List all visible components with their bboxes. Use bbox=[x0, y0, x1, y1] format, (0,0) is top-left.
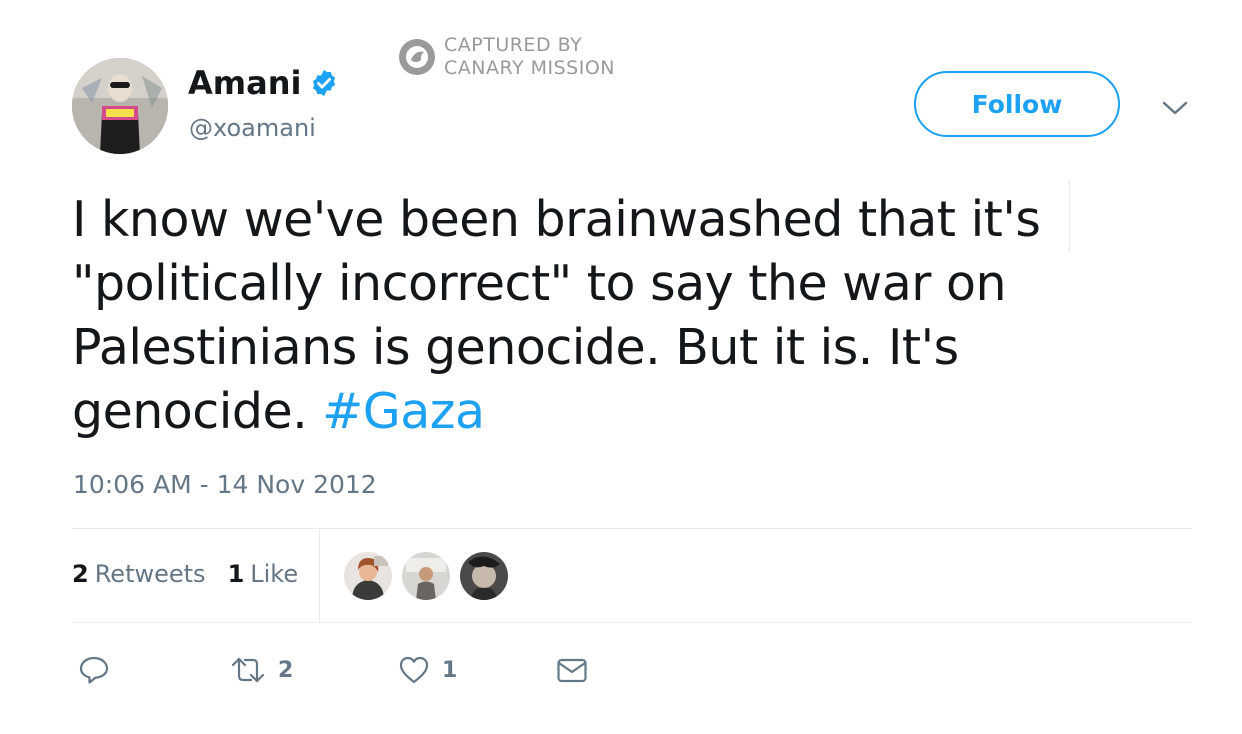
liker-photo bbox=[460, 552, 508, 600]
watermark-line2: CANARY MISSION bbox=[444, 57, 615, 79]
hashtag-link[interactable]: #Gaza bbox=[322, 383, 485, 440]
display-name[interactable]: Amani bbox=[188, 64, 339, 102]
likes-stat[interactable]: 1 Like bbox=[228, 560, 299, 588]
follow-button[interactable]: Follow bbox=[914, 71, 1120, 137]
watermark-line1: CAPTURED BY bbox=[444, 34, 583, 56]
user-handle[interactable]: @xoamani bbox=[189, 114, 316, 142]
retweet-icon bbox=[231, 657, 265, 683]
direct-message-button[interactable] bbox=[556, 654, 588, 686]
display-name-text: Amani bbox=[188, 64, 302, 102]
watermark: CAPTURED BY CANARY MISSION bbox=[398, 34, 615, 80]
likes-count: 1 bbox=[227, 560, 245, 588]
likers-avatars bbox=[344, 552, 518, 600]
retweets-count: 2 bbox=[72, 560, 89, 588]
retweet-count: 2 bbox=[278, 657, 294, 683]
liker-avatar[interactable] bbox=[344, 552, 392, 600]
heart-icon bbox=[399, 656, 429, 684]
canary-mission-logo-icon bbox=[399, 39, 435, 75]
stats-divider bbox=[319, 530, 320, 622]
text-rule bbox=[1069, 180, 1070, 252]
envelope-icon bbox=[557, 658, 587, 683]
retweets-label: Retweets bbox=[94, 560, 206, 588]
likes-label: Like bbox=[250, 560, 299, 588]
divider-bottom bbox=[72, 622, 1192, 623]
chevron-down-icon[interactable] bbox=[1160, 96, 1190, 120]
like-button[interactable]: 1 bbox=[398, 654, 457, 686]
avatar[interactable] bbox=[72, 58, 168, 154]
tweet-text: I know we've been brainwashed that it's … bbox=[72, 188, 1072, 444]
retweet-button[interactable]: 2 bbox=[230, 654, 293, 686]
liker-photo bbox=[402, 552, 450, 600]
tweet-text-body: I know we've been brainwashed that it's … bbox=[72, 191, 1041, 440]
verified-badge-icon bbox=[313, 69, 336, 97]
liker-photo bbox=[344, 552, 392, 600]
reply-icon bbox=[79, 656, 109, 684]
liker-avatar[interactable] bbox=[402, 552, 450, 600]
tweet-stats: 2 Retweets 1 Like bbox=[72, 560, 320, 588]
liker-avatar[interactable] bbox=[460, 552, 508, 600]
user-avatar-photo bbox=[72, 58, 168, 154]
retweets-stat[interactable]: 2 Retweets bbox=[72, 560, 206, 588]
reply-button[interactable] bbox=[78, 654, 110, 686]
tweet-timestamp[interactable]: 10:06 AM - 14 Nov 2012 bbox=[73, 470, 377, 499]
divider-top bbox=[72, 528, 1192, 529]
like-count: 1 bbox=[442, 657, 458, 683]
